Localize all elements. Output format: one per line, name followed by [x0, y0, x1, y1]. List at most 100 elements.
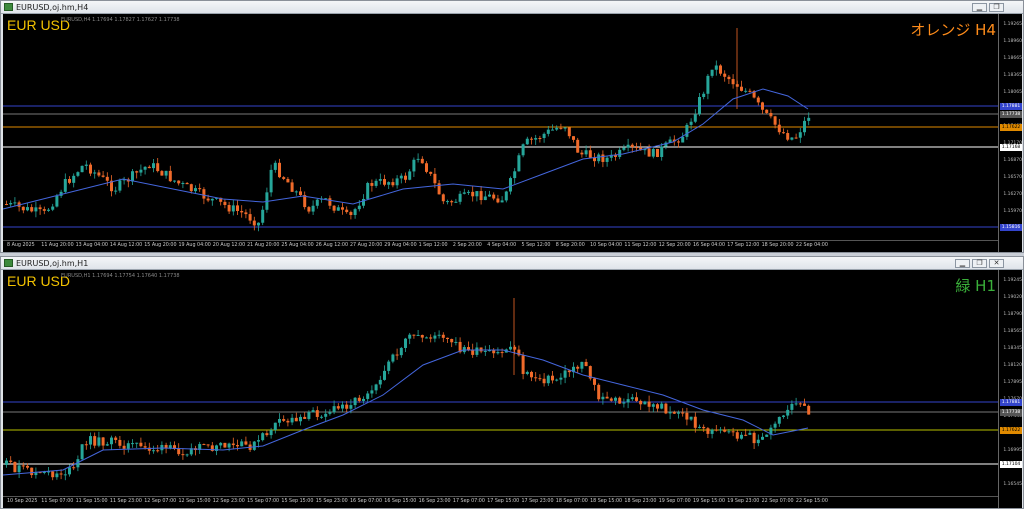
- candle: [769, 109, 773, 119]
- time-tick-label: 8 Aug 2025: [7, 243, 35, 248]
- price-badge: 1.17104: [1000, 461, 1022, 468]
- candle: [332, 205, 336, 214]
- candle: [748, 88, 752, 93]
- chart-area[interactable]: EUR USD EURUSD,H1 1.17694 1.17754 1.1764…: [3, 270, 1022, 508]
- candle: [601, 150, 605, 168]
- candle: [714, 424, 718, 432]
- candle: [80, 165, 84, 173]
- candle: [416, 153, 420, 163]
- candle: [660, 143, 664, 161]
- candle: [404, 337, 407, 353]
- candle: [450, 338, 454, 348]
- candle: [492, 192, 496, 201]
- candle: [341, 202, 344, 215]
- candle: [324, 409, 328, 422]
- candle: [647, 395, 651, 413]
- time-tick-label: 19 Sep 07:00: [658, 499, 691, 504]
- candle: [500, 196, 504, 203]
- candle: [84, 160, 88, 170]
- price-badge: 1.17168: [1000, 144, 1022, 151]
- candle: [765, 109, 769, 114]
- time-tick-label: 2 Sep 20:00: [452, 243, 482, 248]
- time-axis[interactable]: 10 Sep 2025 11 Sep 07:00 11 Sep 15:00 11 Se…: [3, 496, 998, 509]
- window-titlebar[interactable]: EURUSD,oj.hm,H4 ▁ ❐: [1, 1, 1023, 14]
- candle: [504, 190, 508, 203]
- candle: [572, 136, 575, 143]
- candle: [332, 400, 336, 415]
- candle: [773, 115, 777, 129]
- close-icon[interactable]: ✕: [989, 259, 1004, 268]
- candle: [349, 210, 353, 220]
- candle: [320, 415, 323, 419]
- time-tick-label: 12 Sep 23:00: [212, 499, 245, 504]
- candle: [429, 334, 433, 343]
- price-tick-label: 1.17895: [1003, 380, 1022, 385]
- candle: [210, 198, 214, 206]
- candlestick-plot[interactable]: [3, 270, 998, 496]
- candle: [672, 410, 676, 415]
- minimize-icon[interactable]: ▁: [955, 259, 970, 268]
- candle: [475, 191, 479, 202]
- candle: [122, 440, 126, 455]
- candle: [425, 161, 428, 174]
- candle: [391, 353, 395, 364]
- time-tick-label: 10 Sep 2025: [7, 499, 38, 504]
- candle: [626, 138, 630, 152]
- restore-icon[interactable]: ❐: [972, 259, 987, 268]
- candle: [408, 169, 412, 181]
- candle: [265, 429, 269, 437]
- candle: [357, 394, 361, 403]
- minimize-icon[interactable]: ▁: [972, 3, 987, 12]
- candle: [656, 403, 659, 412]
- price-tick-label: 1.18960: [1003, 39, 1022, 44]
- candle: [353, 397, 357, 409]
- time-tick-label: 25 Aug 04:00: [281, 243, 314, 248]
- candle: [13, 197, 17, 207]
- candle: [416, 329, 420, 336]
- candle: [315, 406, 319, 421]
- candle: [89, 432, 92, 450]
- candle: [748, 430, 752, 435]
- price-axis[interactable]: 1.19265 1.18960 1.18665 1.18365 1.18065 1.177…: [998, 14, 1023, 252]
- restore-icon[interactable]: ❐: [989, 3, 1004, 12]
- candle: [315, 198, 319, 209]
- candle: [433, 332, 437, 343]
- time-tick-label: 15 Sep 07:00: [247, 499, 280, 504]
- time-tick-label: 11 Sep 23:00: [109, 499, 142, 504]
- candle: [26, 203, 29, 212]
- candle: [803, 116, 806, 136]
- candle: [311, 407, 315, 413]
- time-tick-label: 17 Sep 07:00: [452, 499, 485, 504]
- candle: [194, 185, 197, 194]
- candle: [425, 336, 428, 339]
- price-axis[interactable]: 1.19245 1.19020 1.18790 1.18565 1.18345 1.181…: [998, 270, 1023, 508]
- candle: [651, 403, 655, 413]
- candle: [689, 118, 693, 130]
- window-titlebar[interactable]: EURUSD,oj.hm,H1 ▁ ❐ ✕: [1, 257, 1023, 270]
- candle: [299, 186, 302, 197]
- candle: [336, 403, 340, 411]
- candle: [542, 373, 546, 387]
- candle: [437, 330, 441, 339]
- time-tick-label: 27 Aug 20:00: [350, 243, 383, 248]
- candlestick-plot[interactable]: [3, 14, 998, 240]
- candle: [286, 418, 290, 427]
- price-tick-label: 1.19265: [1003, 22, 1022, 27]
- candle: [55, 470, 59, 480]
- candle: [118, 178, 122, 193]
- candle: [269, 427, 273, 439]
- candle: [567, 127, 571, 139]
- candle: [530, 370, 533, 382]
- candle: [97, 169, 101, 178]
- candle: [76, 171, 80, 178]
- candle: [307, 206, 311, 214]
- time-axis[interactable]: 8 Aug 2025 11 Aug 20:00 13 Aug 04:00 14 Aug…: [3, 240, 998, 253]
- candle: [597, 152, 601, 164]
- candle: [483, 191, 487, 201]
- chart-window-h4[interactable]: EURUSD,oj.hm,H4 ▁ ❐ EUR USD EURUSD,H4 1.…: [0, 0, 1024, 253]
- time-tick-label: 18 Sep 07:00: [555, 499, 588, 504]
- chart-area[interactable]: EUR USD EURUSD,H4 1.17694 1.17827 1.1762…: [3, 14, 1022, 252]
- time-tick-label: 26 Aug 12:00: [315, 243, 349, 248]
- chart-window-h1[interactable]: EURUSD,oj.hm,H1 ▁ ❐ ✕ EUR USD EURUSD,H1 …: [0, 256, 1024, 509]
- candle: [689, 416, 693, 421]
